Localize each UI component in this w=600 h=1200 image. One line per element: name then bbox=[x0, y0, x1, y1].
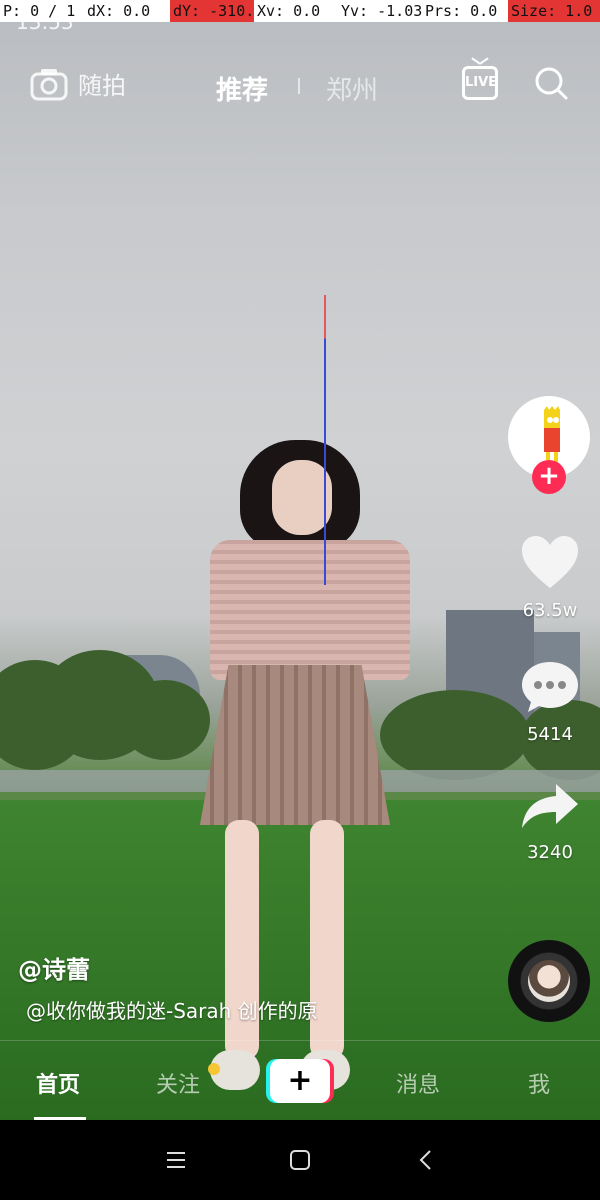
tab-me[interactable]: 我 bbox=[528, 1067, 550, 1099]
home-icon[interactable] bbox=[288, 1148, 312, 1172]
tab-home[interactable]: 首页 bbox=[36, 1067, 80, 1099]
debug-prs: Prs: 0.0 bbox=[425, 2, 498, 20]
pointer-trace-line bbox=[324, 295, 326, 585]
search-icon[interactable] bbox=[534, 66, 568, 100]
follow-button[interactable]: + bbox=[532, 460, 566, 494]
tab-following[interactable]: 关注 bbox=[156, 1067, 200, 1099]
like-button[interactable]: 63.5w bbox=[510, 534, 590, 621]
camera-icon bbox=[30, 68, 68, 100]
music-title: @收你做我的迷-Sarah 创作的原声 bbox=[26, 999, 318, 1023]
system-nav-bar bbox=[0, 1120, 600, 1200]
menu-icon[interactable] bbox=[164, 1148, 188, 1172]
share-count: 3240 bbox=[527, 842, 573, 863]
comment-icon bbox=[522, 662, 578, 712]
debug-pointer: P: 0 / 1 bbox=[3, 2, 76, 20]
music-disc[interactable] bbox=[508, 940, 590, 1022]
debug-yv: Yv: -1.032 bbox=[341, 2, 422, 20]
music-disc-cover bbox=[528, 960, 570, 1002]
background-tree bbox=[120, 680, 210, 760]
subject-face bbox=[272, 460, 332, 535]
back-icon[interactable] bbox=[414, 1148, 438, 1172]
camera-button[interactable]: 随拍 bbox=[30, 66, 126, 101]
tab-divider bbox=[298, 78, 300, 94]
bottom-tab-bar: 首页 关注 + 消息 我 bbox=[0, 1040, 600, 1120]
camera-label: 随拍 bbox=[78, 72, 126, 100]
comment-button[interactable]: 5414 bbox=[510, 658, 590, 745]
live-icon[interactable]: LIVE bbox=[462, 66, 498, 100]
like-count: 63.5w bbox=[522, 600, 578, 621]
tab-messages[interactable]: 消息 bbox=[396, 1067, 440, 1099]
comment-count: 5414 bbox=[527, 724, 573, 745]
share-button[interactable]: 3240 bbox=[510, 780, 590, 863]
subject-leg bbox=[310, 820, 344, 1060]
debug-dy: dY: -310.0 bbox=[170, 0, 254, 22]
debug-xv: Xv: 0.0 bbox=[257, 2, 321, 20]
top-nav: 随拍 推荐 郑州 LIVE bbox=[0, 60, 600, 110]
subject-skirt bbox=[200, 665, 390, 825]
plus-icon: + bbox=[270, 1059, 330, 1103]
share-icon bbox=[522, 784, 578, 828]
author-username[interactable]: @诗蕾 bbox=[18, 950, 90, 985]
pointer-debug-bar: P: 0 / 1 dX: 0.0 dY: -310.0 Xv: 0.0 Yv: … bbox=[0, 0, 600, 22]
create-button[interactable]: + bbox=[266, 1059, 334, 1103]
notification-dot bbox=[208, 1063, 220, 1075]
heart-icon bbox=[522, 536, 578, 588]
tab-recommend[interactable]: 推荐 bbox=[216, 70, 268, 107]
music-info[interactable]: @收你做我的迷-Sarah 创作的原声 bbox=[18, 995, 318, 1024]
debug-size: Size: 1.0 bbox=[508, 0, 600, 22]
subject-leg bbox=[225, 820, 259, 1060]
subject-shirt bbox=[210, 540, 410, 680]
video-feed-screen[interactable]: 随拍 推荐 郑州 LIVE + 63.5w 5414 3240 @诗蕾 @收你做… bbox=[0, 0, 600, 1120]
debug-dx: dX: 0.0 bbox=[87, 2, 151, 20]
tab-city[interactable]: 郑州 bbox=[326, 70, 378, 107]
